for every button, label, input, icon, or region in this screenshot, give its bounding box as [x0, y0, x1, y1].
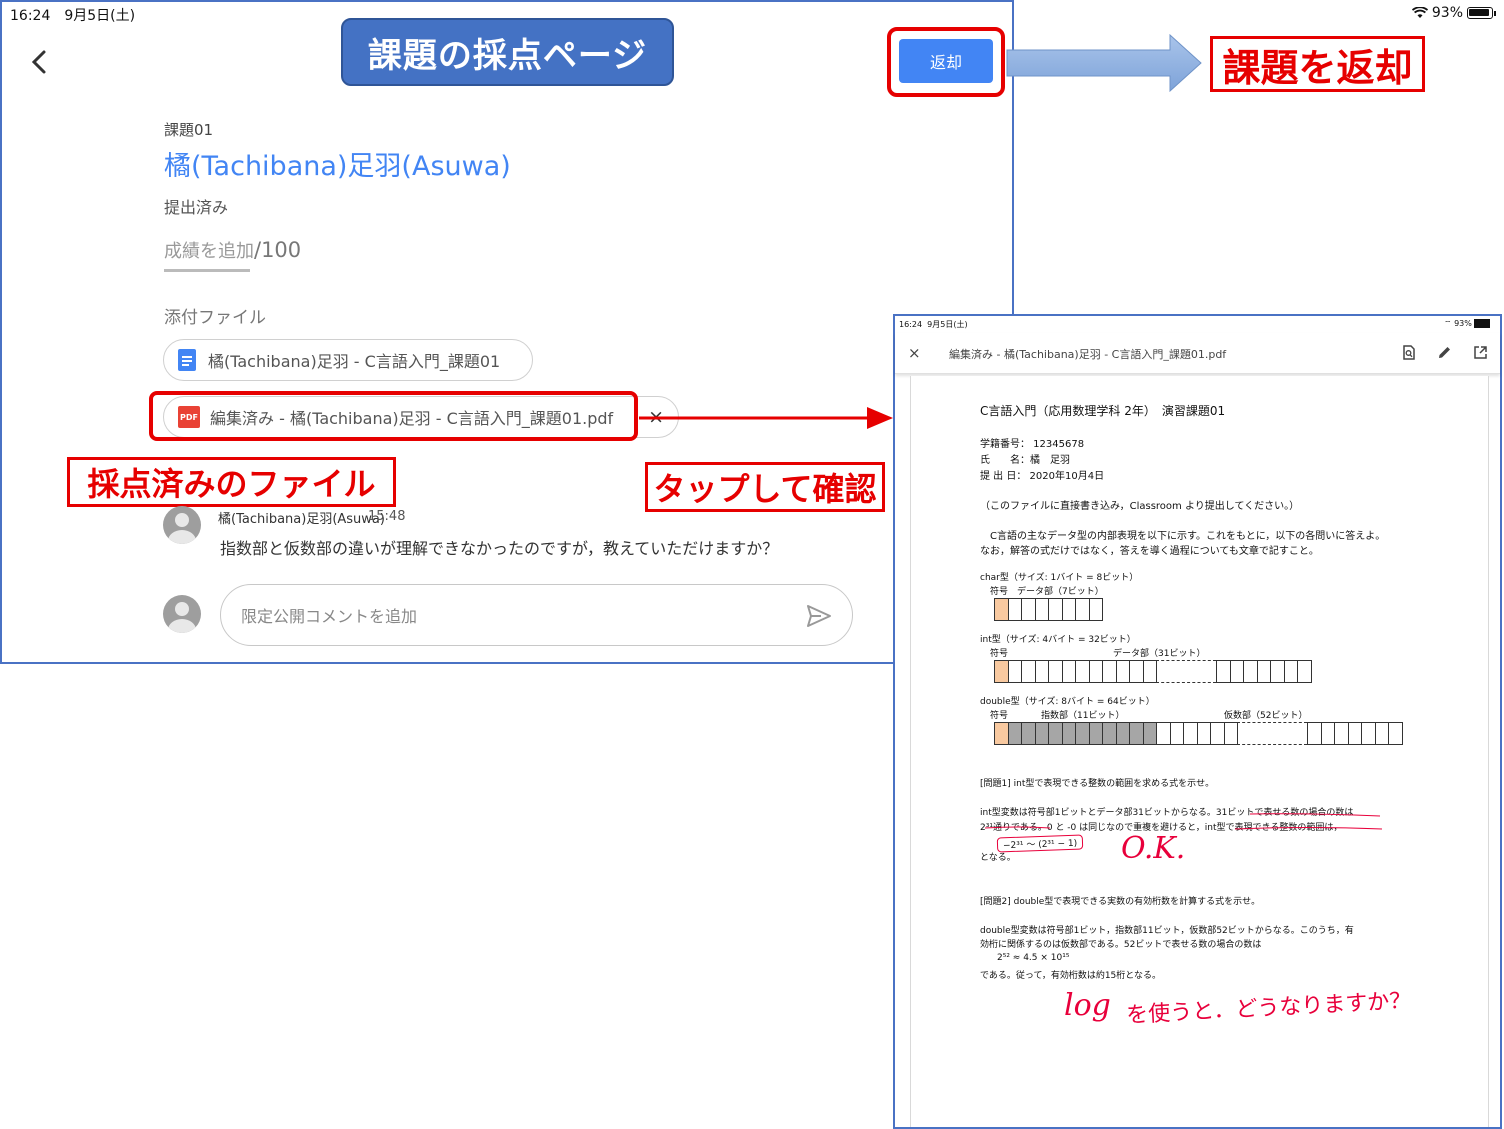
viewer-battery-percent: 93% [1454, 319, 1472, 328]
callout-arrow [1006, 34, 1202, 92]
tap-annotation-label: タップして確認 [645, 462, 885, 512]
close-icon[interactable]: × [908, 344, 921, 362]
handwritten-log: log [1064, 988, 1111, 1023]
return-annotation-label: 課題を返却 [1210, 36, 1425, 92]
double-mantissa-label: 仮数部（52ビット） [1224, 711, 1308, 721]
grade-denominator: /100 [254, 238, 302, 262]
viewer-wifi-icon: ⌔ [1444, 319, 1455, 328]
status-bar-right: 93% [1411, 5, 1496, 21]
google-doc-icon [178, 349, 196, 371]
pointer-arrow [639, 407, 893, 429]
battery-icon [1467, 7, 1493, 19]
handwritten-ok: O.K. [1121, 831, 1186, 866]
grade-underline [164, 269, 250, 272]
find-in-page-icon[interactable] [1402, 345, 1416, 360]
page-title-banner: 課題の採点ページ [341, 18, 674, 86]
viewer-status-date: 9月5日(土) [927, 320, 968, 329]
int-type-label: int型（サイズ: 4バイト = 32ビット） [980, 635, 1136, 645]
pdf-page: C言語入門（応用数理学科 2年） 演習課題01 学籍番号： 12345678 氏… [910, 376, 1489, 1127]
status-date: 9月5日(土) [64, 8, 136, 24]
char-bit-diagram [994, 598, 1103, 621]
battery-percent: 93% [1431, 5, 1463, 21]
status-bar-time: 16:24 9月5日(土) [10, 5, 135, 25]
answer-2-line-2: 効桁に関係するのは仮数部である。52ビットで表せる数の場合の数は [980, 940, 1262, 950]
send-icon[interactable] [805, 603, 833, 629]
attachments-heading: 添付ファイル [164, 308, 266, 328]
int-data-label: データ部（31ビット） [1113, 649, 1206, 659]
char-fields-label: 符号 データ部（7ビット） [990, 587, 1104, 597]
viewer-status-left: 16:24 9月5日(土) [899, 319, 968, 330]
open-external-icon[interactable] [1473, 345, 1488, 360]
answer-1-end: となる。 [980, 853, 1016, 863]
double-sign-label: 符号 [990, 711, 1009, 721]
doc-title: C言語入門（応用数理学科 2年） 演習課題01 [980, 404, 1226, 418]
return-button[interactable]: 返却 [899, 39, 993, 83]
doc-intro-2: なお，解答の式だけではなく，答えを導く過程についても文章で記すこと。 [980, 546, 1319, 557]
private-comment-input[interactable]: 限定公開コメントを追加 [220, 584, 853, 646]
answer-2-end: である。従って，有効桁数は約15桁となる。 [980, 971, 1162, 981]
doc-note: （このファイルに直接書き込み，Classroom より提出してください。） [980, 501, 1300, 512]
viewer-status-time: 16:24 [899, 320, 923, 329]
doc-intro-1: C言語の主なデータ型の内部表現を以下に示す。これをもとに，以下の各問いに答えよ。 [980, 531, 1386, 542]
pdf-chip-highlight [149, 391, 638, 441]
viewer-status-right: ⌔ 93% [1444, 319, 1491, 329]
attachment-doc-name: 橘(Tachibana)足羽 - C言語入門_課題01 [208, 352, 501, 371]
grading-page-screenshot [0, 0, 1014, 664]
doc-student-id: 学籍番号： 12345678 [980, 439, 1085, 450]
student-name: 橘(Tachibana)足羽(Asuwa) [164, 151, 511, 182]
int-sign-label: 符号 [990, 649, 1009, 659]
doc-submit-date: 提 出 日： 2020年10月4日 [980, 471, 1105, 482]
comment-text: 指数部と仮数部の違いが理解できなかったのですが，教えていただけますか？ [220, 539, 779, 558]
submission-status: 提出済み [164, 198, 229, 217]
back-arrow-icon[interactable] [26, 46, 54, 78]
handwritten-question: を使うと．どうなりますか？ [1125, 988, 1412, 1029]
comment-author: 橘(Tachibana)足羽(Asuwa) [218, 512, 385, 527]
double-exponent-label: 指数部（11ビット） [1041, 711, 1125, 721]
double-type-label: double型（サイズ: 8バイト = 64ビット） [980, 697, 1155, 707]
question-1: [問題1] int型で表現できる整数の範囲を求める式を示せ。 [980, 779, 1215, 789]
question-2: [問題2] double型で表現できる実数の有効桁数を計算する式を示せ。 [980, 897, 1261, 907]
teacher-avatar [163, 595, 201, 633]
comment-time: 15:48 [368, 509, 406, 524]
grade-field[interactable]: 成績を追加/100 [164, 237, 301, 263]
attachment-doc-chip[interactable]: 橘(Tachibana)足羽 - C言語入門_課題01 [163, 339, 533, 381]
int-bit-diagram [994, 660, 1312, 683]
commenter-avatar [163, 506, 201, 544]
double-bit-diagram [994, 722, 1403, 745]
viewer-file-title: 編集済み - 橘(Tachibana)足羽 - C言語入門_課題01.pdf [949, 348, 1227, 361]
wifi-icon [1411, 7, 1428, 18]
assignment-name: 課題01 [164, 121, 214, 139]
edit-pencil-icon[interactable] [1437, 345, 1452, 360]
graded-file-annotation-label: 採点済みのファイル [67, 457, 396, 507]
status-time: 16:24 [10, 8, 51, 24]
viewer-battery-icon [1474, 319, 1491, 328]
answer-2-formula: 2⁵² ≈ 4.5 × 10¹⁵ [997, 953, 1070, 963]
answer-2-line-1: double型変数は符号部1ビット，指数部11ビット，仮数部52ビットからなる。… [980, 926, 1354, 936]
doc-student-name: 氏 名：橘 足羽 [980, 455, 1070, 466]
grade-placeholder: 成績を追加 [164, 241, 254, 262]
char-type-label: char型（サイズ: 1バイト = 8ビット） [980, 573, 1139, 583]
